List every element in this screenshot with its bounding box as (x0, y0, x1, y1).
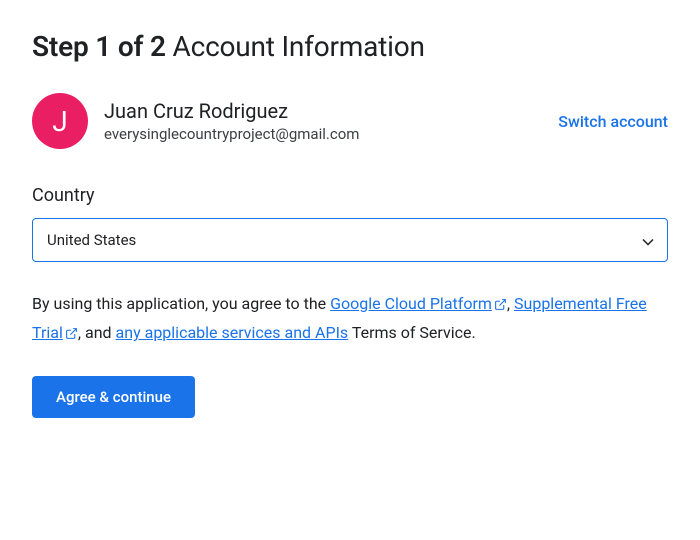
avatar-initial: J (52, 105, 67, 138)
terms-link-services[interactable]: any applicable services and APIs (116, 323, 349, 342)
account-info: Juan Cruz Rodriguez everysinglecountrypr… (104, 99, 359, 143)
terms-sep2: , and (78, 323, 116, 342)
avatar: J (32, 93, 88, 149)
switch-account-link[interactable]: Switch account (558, 112, 668, 131)
country-select-wrapper: United States (32, 218, 668, 262)
terms-sep1: , (507, 294, 514, 313)
external-link-icon (494, 292, 507, 319)
step-label: Step 1 of 2 (32, 30, 166, 63)
page-title: Step 1 of 2 Account Information (32, 30, 668, 63)
terms-suffix: Terms of Service. (348, 323, 476, 342)
account-identity: J Juan Cruz Rodriguez everysinglecountry… (32, 93, 359, 149)
agree-continue-button[interactable]: Agree & continue (32, 376, 195, 418)
terms-text: By using this application, you agree to … (32, 290, 668, 348)
account-name: Juan Cruz Rodriguez (104, 99, 359, 123)
external-link-icon (65, 321, 78, 348)
title-text: Account Information (173, 30, 425, 63)
terms-link-gcp[interactable]: Google Cloud Platform (330, 294, 507, 313)
account-section: J Juan Cruz Rodriguez everysinglecountry… (32, 93, 668, 149)
account-email: everysinglecountryproject@gmail.com (104, 125, 359, 143)
country-label: Country (32, 185, 668, 206)
terms-prefix: By using this application, you agree to … (32, 294, 330, 313)
country-select[interactable]: United States (32, 218, 668, 262)
